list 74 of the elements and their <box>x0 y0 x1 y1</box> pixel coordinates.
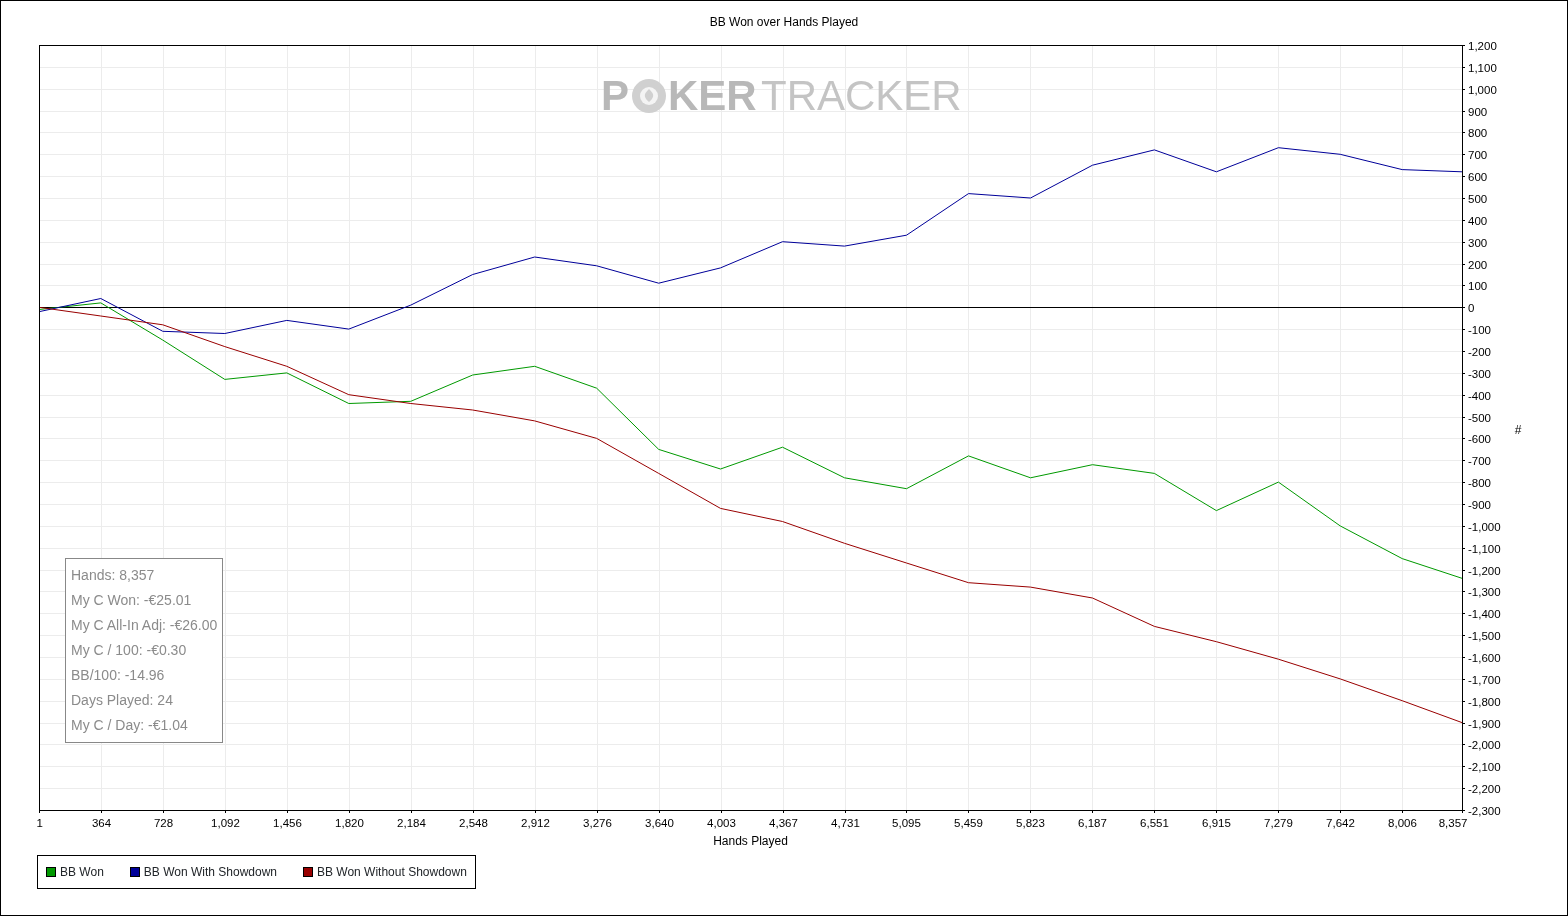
x-tick-label: 6,187 <box>1078 817 1107 829</box>
x-tick-label: 8,357 <box>1438 817 1468 829</box>
stat-line: My C All-In Adj: -€26.00 <box>71 616 218 635</box>
y-tick-label: -1,600 <box>1468 651 1501 664</box>
y-tick-label: -1,000 <box>1468 520 1501 533</box>
x-tick-label: 2,548 <box>459 817 488 829</box>
y-tick-label: 1,200 <box>1468 39 1497 52</box>
x-tick-label: 6,551 <box>1140 817 1169 829</box>
y-tick-label: -900 <box>1468 498 1492 511</box>
y-tick-label: -1,300 <box>1468 585 1501 598</box>
y-tick-label: -1,500 <box>1468 629 1501 642</box>
x-tick-label: 1,456 <box>273 817 302 829</box>
stat-line: My C / Day: -€1.04 <box>71 716 189 735</box>
y-tick-label: -300 <box>1468 367 1492 380</box>
x-tick-label: 1,092 <box>211 817 240 829</box>
y-tick-label: -2,100 <box>1468 760 1501 773</box>
x-tick-label: 2,912 <box>521 817 550 829</box>
x-tick-label: 4,731 <box>831 817 860 829</box>
stat-line: Days Played: 24 <box>71 691 174 710</box>
y-tick-label: -1,700 <box>1468 673 1501 686</box>
x-tick-label: 8,006 <box>1388 817 1417 829</box>
legend-label: BB Won Without Showdown <box>317 864 467 881</box>
x-tick-label: 3,640 <box>645 817 674 829</box>
y-tick-label: -400 <box>1468 389 1492 402</box>
y-axis-title: # <box>1514 423 1522 437</box>
x-tick-label: 7,642 <box>1326 817 1355 829</box>
stat-line: BB/100: -14.96 <box>71 666 166 685</box>
y-tick-label: -1,200 <box>1468 564 1501 577</box>
legend-label: BB Won <box>60 864 104 881</box>
y-tick-label: 100 <box>1468 279 1488 292</box>
chart-title: BB Won over Hands Played <box>709 15 859 29</box>
x-axis-title: Hands Played <box>713 834 788 848</box>
y-tick-label: 600 <box>1468 170 1488 183</box>
y-tick-label: 1,100 <box>1468 61 1497 74</box>
y-tick-label: -200 <box>1468 345 1492 358</box>
y-tick-label: -600 <box>1468 432 1492 445</box>
x-tick-label: 6,915 <box>1202 817 1231 829</box>
y-tick-label: -1,900 <box>1468 717 1501 730</box>
x-tick-label: 1 <box>36 817 43 829</box>
x-tick-label: 2,184 <box>397 817 426 829</box>
stat-line: Hands: 8,357 <box>71 566 156 585</box>
stat-line: My C Won: -€25.01 <box>71 591 193 610</box>
x-tick-label: 5,459 <box>954 817 983 829</box>
x-tick-label: 4,367 <box>769 817 798 829</box>
y-tick-label: 700 <box>1468 148 1488 161</box>
y-tick-label: -800 <box>1468 476 1492 489</box>
y-tick-label: 1,000 <box>1468 83 1497 96</box>
y-tick-label: 400 <box>1468 214 1488 227</box>
y-tick-label: -2,200 <box>1468 782 1501 795</box>
y-tick-label: -2,000 <box>1468 738 1501 751</box>
y-tick-label: -700 <box>1468 454 1492 467</box>
y-tick-label: 500 <box>1468 192 1488 205</box>
x-tick-label: 1,820 <box>335 817 364 829</box>
stat-line: My C / 100: -€0.30 <box>71 641 188 660</box>
legend-label: BB Won With Showdown <box>143 864 277 881</box>
x-tick-label: 3,276 <box>583 817 612 829</box>
y-tick-label: 800 <box>1468 126 1488 139</box>
x-tick-label: 5,095 <box>892 817 921 829</box>
y-tick-label: 0 <box>1468 301 1475 314</box>
y-tick-label: -1,400 <box>1468 607 1501 620</box>
y-tick-label: 200 <box>1468 258 1488 271</box>
watermark-logo: P KERTRACKER <box>601 72 962 119</box>
y-tick-label: 300 <box>1468 236 1488 249</box>
y-tick-label: -1,100 <box>1468 542 1501 555</box>
y-tick-label: 900 <box>1468 105 1488 118</box>
y-tick-label: -100 <box>1468 323 1492 336</box>
x-tick-label: 4,003 <box>707 817 736 829</box>
y-tick-label: -500 <box>1468 411 1492 424</box>
x-tick-label: 364 <box>91 817 112 829</box>
y-tick-label: -2,300 <box>1468 804 1501 817</box>
x-tick-label: 728 <box>153 817 174 829</box>
y-tick-label: -1,800 <box>1468 695 1501 708</box>
x-tick-label: 5,823 <box>1016 817 1045 829</box>
x-tick-label: 7,279 <box>1264 817 1293 829</box>
